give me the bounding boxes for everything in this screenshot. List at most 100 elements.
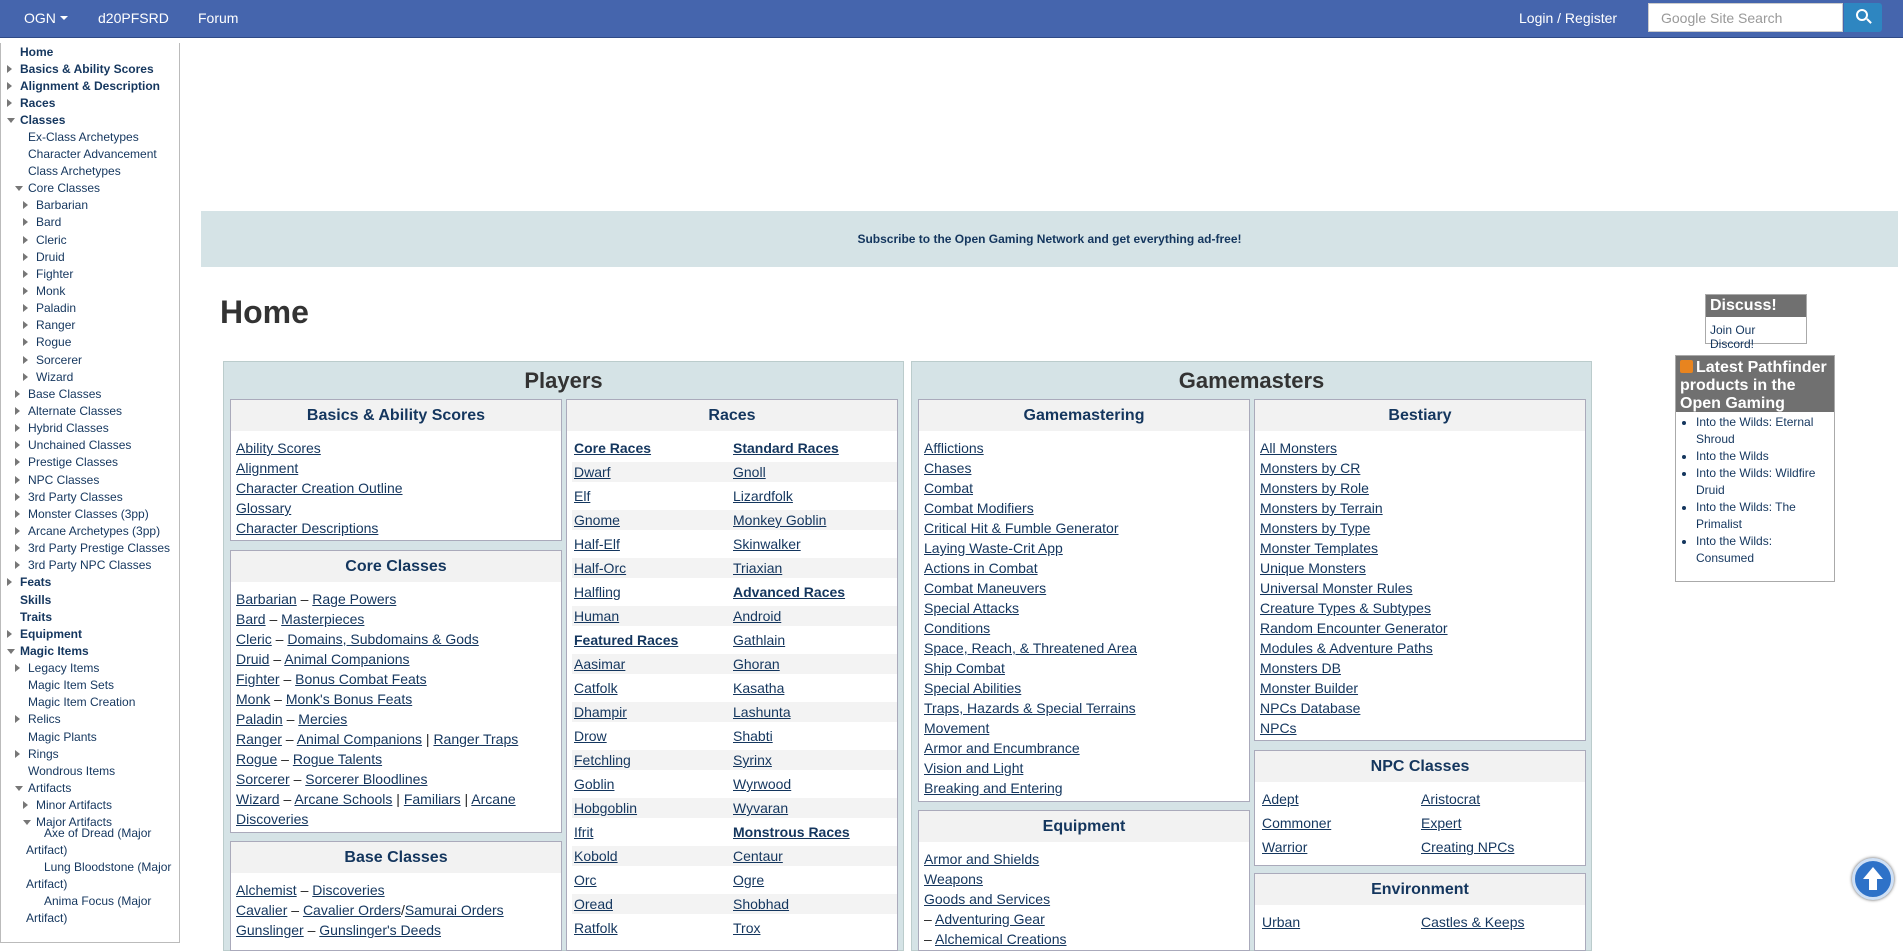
collapsed-arrow-icon[interactable] xyxy=(15,424,20,432)
gamemastering-link[interactable]: Laying Waste-Crit App xyxy=(924,540,1063,556)
collapsed-arrow-icon[interactable] xyxy=(23,801,28,809)
race-category[interactable]: Featured Races xyxy=(574,632,678,648)
equipment-heading[interactable]: Equipment xyxy=(1043,818,1126,835)
bestiary-link[interactable]: Monsters by CR xyxy=(1260,460,1360,476)
gamemastering-link[interactable]: Ship Combat xyxy=(924,660,1005,676)
sidebar-item[interactable]: Basics & Ability Scores xyxy=(20,62,154,76)
race-link[interactable]: Gathlain xyxy=(733,632,785,648)
bestiary-link[interactable]: Monsters by Terrain xyxy=(1260,500,1383,516)
sidebar-item[interactable]: Ranger xyxy=(36,318,75,332)
collapsed-arrow-icon[interactable] xyxy=(15,527,20,535)
sidebar-item[interactable]: Magic Item Creation xyxy=(28,695,135,709)
race-category[interactable]: Monstrous Races xyxy=(733,824,850,840)
gamemastering-link[interactable]: Chases xyxy=(924,460,971,476)
sidebar-item[interactable]: Druid xyxy=(36,250,65,264)
basics-link[interactable]: Glossary xyxy=(236,500,291,516)
expanded-arrow-icon[interactable] xyxy=(7,649,15,654)
environment-link[interactable]: Castles & Keeps xyxy=(1421,914,1525,930)
race-link[interactable]: Ghoran xyxy=(733,656,780,672)
sidebar-item[interactable]: Lung Bloodstone (Major Artifact) xyxy=(26,859,176,893)
npc_classes-link[interactable]: Expert xyxy=(1421,815,1461,831)
sidebar-item[interactable]: Monk xyxy=(36,284,65,298)
gamemastering-link[interactable]: Combat Modifiers xyxy=(924,500,1034,516)
collapsed-arrow-icon[interactable] xyxy=(15,407,20,415)
bestiary-heading[interactable]: Bestiary xyxy=(1388,407,1451,424)
race-link[interactable]: Syrinx xyxy=(733,752,772,768)
bestiary-link[interactable]: Monster Templates xyxy=(1260,540,1378,556)
sidebar-item[interactable]: Paladin xyxy=(36,301,76,315)
sidebar-item[interactable]: 3rd Party NPC Classes xyxy=(28,558,151,572)
sidebar-item[interactable]: Traits xyxy=(20,610,52,624)
collapsed-arrow-icon[interactable] xyxy=(23,373,28,381)
collapsed-arrow-icon[interactable] xyxy=(23,321,28,329)
core_classes-link[interactable]: Bard xyxy=(236,611,266,627)
latest-product-link[interactable]: Into the Wilds: Eternal Shroud xyxy=(1696,414,1831,448)
race-link[interactable]: Drow xyxy=(574,728,607,744)
race-link[interactable]: Kobold xyxy=(574,848,618,864)
collapsed-arrow-icon[interactable] xyxy=(15,493,20,501)
collapsed-arrow-icon[interactable] xyxy=(15,476,20,484)
sidebar-item[interactable]: Arcane Archetypes (3pp) xyxy=(28,524,160,538)
sidebar-item[interactable]: Monster Classes (3pp) xyxy=(28,507,149,521)
collapsed-arrow-icon[interactable] xyxy=(23,218,28,226)
bestiary-link[interactable]: NPCs Database xyxy=(1260,700,1360,716)
core_classes-link[interactable]: Sorcerer Bloodlines xyxy=(305,771,427,787)
sidebar-item[interactable]: Feats xyxy=(20,575,51,589)
collapsed-arrow-icon[interactable] xyxy=(23,338,28,346)
race-link[interactable]: Android xyxy=(733,608,781,624)
race-link[interactable]: Gnome xyxy=(574,512,620,528)
sidebar-item[interactable]: Axe of Dread (Major Artifact) xyxy=(26,825,176,859)
environment-heading[interactable]: Environment xyxy=(1371,881,1469,898)
collapsed-arrow-icon[interactable] xyxy=(7,578,12,586)
sidebar-item[interactable]: Rogue xyxy=(36,335,71,349)
discord-link[interactable]: Join Our Discord! xyxy=(1706,317,1806,357)
collapsed-arrow-icon[interactable] xyxy=(7,630,12,638)
base_classes-link[interactable]: Cavalier Orders xyxy=(303,902,401,918)
sidebar-item[interactable]: Races xyxy=(20,96,55,110)
race-link[interactable]: Triaxian xyxy=(733,560,782,576)
race-link[interactable]: Kasatha xyxy=(733,680,784,696)
npc_classes-link[interactable]: Adept xyxy=(1262,791,1299,807)
sidebar-item[interactable]: Bard xyxy=(36,215,61,229)
race-link[interactable]: Halfling xyxy=(574,584,621,600)
login-register-link[interactable]: Login / Register xyxy=(1519,10,1617,26)
sidebar-item[interactable]: Equipment xyxy=(20,627,82,641)
equipment-link[interactable]: Weapons xyxy=(924,871,983,887)
race-link[interactable]: Ifrit xyxy=(574,824,593,840)
core_classes-link[interactable]: Bonus Combat Feats xyxy=(295,671,427,687)
collapsed-arrow-icon[interactable] xyxy=(23,201,28,209)
collapsed-arrow-icon[interactable] xyxy=(23,270,28,278)
sidebar-item[interactable]: Class Archetypes xyxy=(28,164,121,178)
gamemastering-link[interactable]: Armor and Encumbrance xyxy=(924,740,1080,756)
gamemastering-link[interactable]: Vision and Light xyxy=(924,760,1023,776)
bestiary-link[interactable]: NPCs xyxy=(1260,720,1297,736)
sidebar-item[interactable]: Relics xyxy=(28,712,61,726)
collapsed-arrow-icon[interactable] xyxy=(15,664,20,672)
sidebar-item[interactable]: Wondrous Items xyxy=(28,764,115,778)
bestiary-link[interactable]: Monsters by Role xyxy=(1260,480,1369,496)
race-link[interactable]: Centaur xyxy=(733,848,783,864)
core_classes-link[interactable]: Arcane Schools xyxy=(294,791,392,807)
expanded-arrow-icon[interactable] xyxy=(7,118,15,123)
race-link[interactable]: Shabti xyxy=(733,728,773,744)
core_classes-link[interactable]: Discoveries xyxy=(236,811,308,827)
race-link[interactable]: Fetchling xyxy=(574,752,631,768)
core_classes-link[interactable]: Animal Companions xyxy=(284,651,409,667)
bestiary-link[interactable]: All Monsters xyxy=(1260,440,1337,456)
collapsed-arrow-icon[interactable] xyxy=(7,82,12,90)
race-link[interactable]: Half-Orc xyxy=(574,560,626,576)
forum-link[interactable]: Forum xyxy=(198,10,238,26)
gamemastering-link[interactable]: Space, Reach, & Threatened Area xyxy=(924,640,1137,656)
sidebar-item[interactable]: Fighter xyxy=(36,267,73,281)
gamemastering-link[interactable]: Actions in Combat xyxy=(924,560,1038,576)
core_classes-link[interactable]: Ranger xyxy=(236,731,282,747)
npc-classes-heading[interactable]: NPC Classes xyxy=(1371,758,1470,775)
sidebar-item[interactable]: 3rd Party Classes xyxy=(28,490,123,504)
collapsed-arrow-icon[interactable] xyxy=(15,441,20,449)
core_classes-link[interactable]: Masterpieces xyxy=(281,611,364,627)
sidebar-item[interactable]: Character Advancement xyxy=(28,147,157,161)
gamemastering-link[interactable]: Critical Hit & Fumble Generator xyxy=(924,520,1119,536)
race-link[interactable]: Oread xyxy=(574,896,613,912)
collapsed-arrow-icon[interactable] xyxy=(7,99,12,107)
base_classes-link[interactable]: Samurai Orders xyxy=(405,902,504,918)
